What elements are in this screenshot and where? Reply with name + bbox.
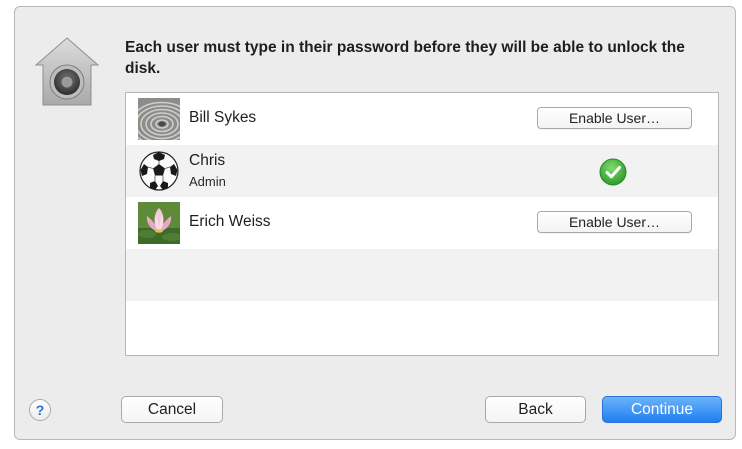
empty-row xyxy=(126,301,718,353)
cancel-button[interactable]: Cancel xyxy=(121,396,223,423)
enable-user-button-erich-weiss[interactable]: Enable User… xyxy=(537,211,692,233)
continue-button[interactable]: Continue xyxy=(602,396,722,423)
back-button[interactable]: Back xyxy=(485,396,586,423)
user-name: Bill Sykes xyxy=(189,109,257,126)
zen-sand-avatar-icon xyxy=(138,98,180,140)
green-checkmark-icon xyxy=(599,158,627,186)
filevault-dialog: Each user must type in their password be… xyxy=(14,6,736,440)
soccer-ball-avatar-icon xyxy=(138,150,180,192)
user-list: Bill Sykes Enable User… Chris Admin Eric… xyxy=(125,92,719,356)
filevault-house-icon xyxy=(34,37,100,106)
enable-user-button-bill-sykes[interactable]: Enable User… xyxy=(537,107,692,129)
user-role: Admin xyxy=(189,174,226,189)
user-row-bill-sykes: Bill Sykes Enable User… xyxy=(126,93,718,145)
empty-row xyxy=(126,249,718,301)
user-name: Chris xyxy=(189,152,226,169)
help-button[interactable]: ? xyxy=(29,399,51,421)
user-row-chris: Chris Admin xyxy=(126,145,718,197)
lotus-flower-avatar-icon xyxy=(138,202,180,244)
instruction-text: Each user must type in their password be… xyxy=(125,39,685,77)
user-name: Erich Weiss xyxy=(189,213,271,230)
user-row-erich-weiss: Erich Weiss Enable User… xyxy=(126,197,718,249)
